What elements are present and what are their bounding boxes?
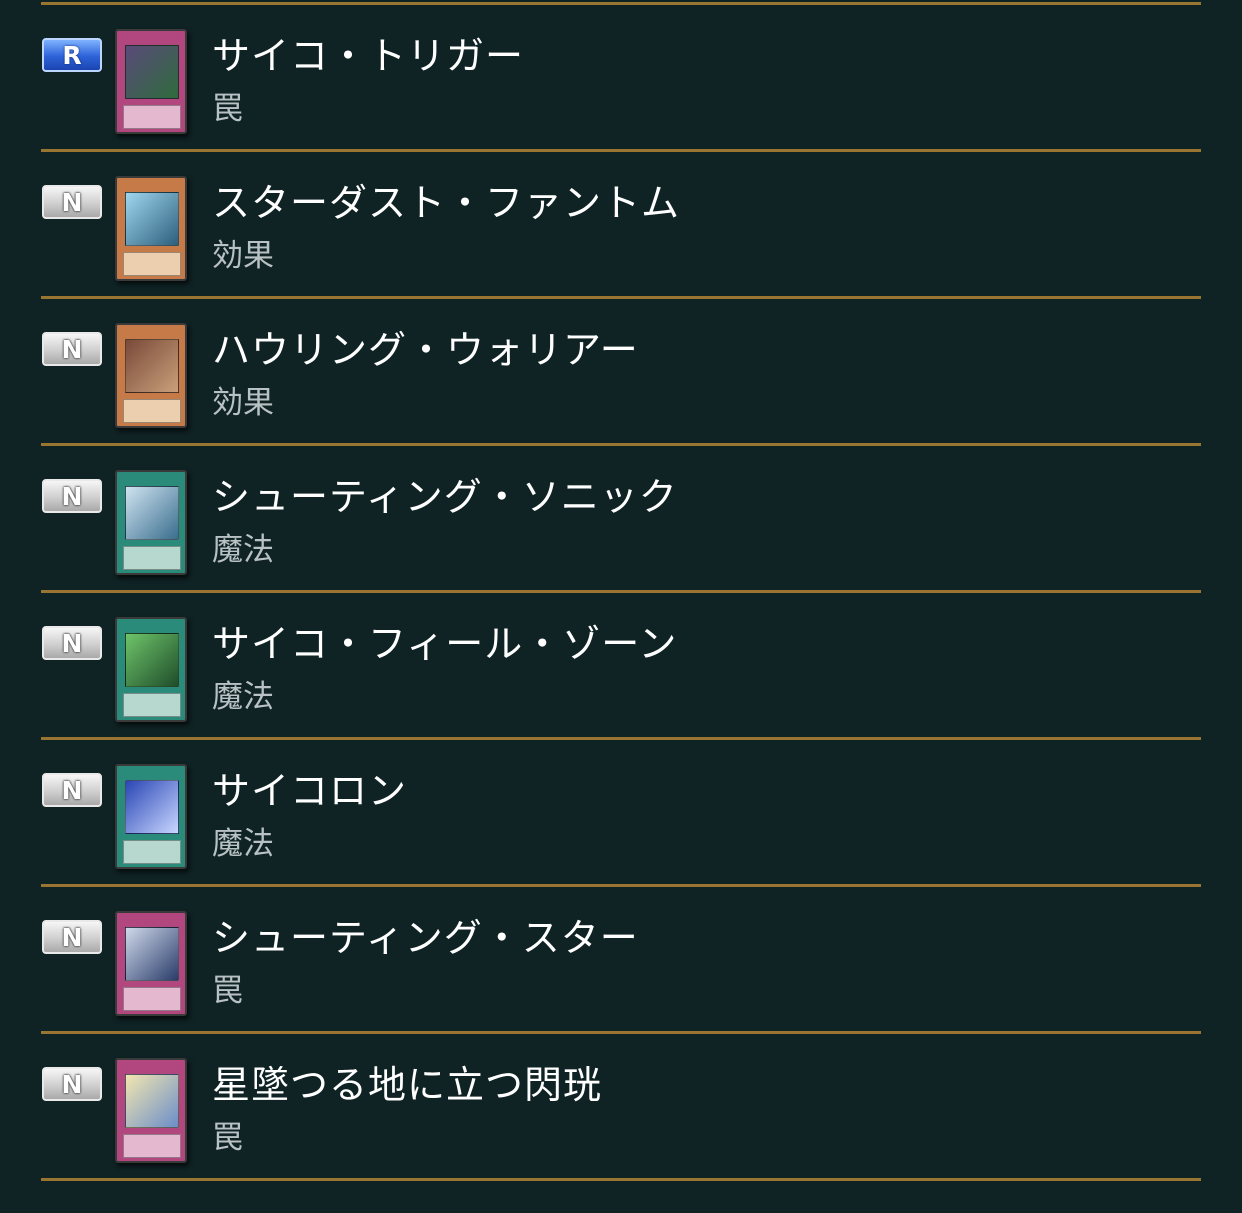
card-text-box xyxy=(123,546,181,570)
card-thumbnail[interactable] xyxy=(115,1058,187,1163)
card-row[interactable]: N 星墜つる地に立つ閃珖罠 xyxy=(0,1034,1242,1178)
card-name: シューティング・ソニック xyxy=(212,475,678,519)
card-thumbnail[interactable] xyxy=(115,617,187,722)
card-art xyxy=(125,780,179,834)
card-text-box xyxy=(123,1134,181,1158)
card-art xyxy=(125,192,179,246)
card-thumbnail[interactable] xyxy=(115,323,187,428)
card-text-box xyxy=(123,840,181,864)
card-art xyxy=(125,927,179,981)
card-row[interactable]: N シューティング・スター罠 xyxy=(0,887,1242,1031)
rarity-badge: N xyxy=(42,920,102,954)
card-type: 魔法 xyxy=(212,826,274,862)
card-list: R サイコ・トリガー罠 N スターダスト・ファントム 効果 N ハウリング・ウォリアー 効果 N… xyxy=(0,0,1242,1213)
card-art xyxy=(125,339,179,393)
card-name: ハウリング・ウォリアー xyxy=(212,328,639,372)
row-separator xyxy=(41,1178,1201,1181)
card-text-box xyxy=(123,252,181,276)
card-thumbnail[interactable] xyxy=(115,764,187,869)
card-art xyxy=(125,45,179,99)
rarity-badge: N xyxy=(42,185,102,219)
card-row[interactable]: N ハウリング・ウォリアー効果 xyxy=(0,299,1242,443)
card-type: 罠 xyxy=(212,973,243,1009)
card-thumbnail[interactable] xyxy=(115,176,187,281)
card-text-box xyxy=(123,693,181,717)
rarity-badge: N xyxy=(42,479,102,513)
card-text-box xyxy=(123,399,181,423)
card-thumbnail[interactable] xyxy=(115,470,187,575)
rarity-badge: N xyxy=(42,1067,102,1101)
card-name: サイコロン xyxy=(212,769,408,813)
rarity-badge: N xyxy=(42,626,102,660)
card-thumbnail[interactable] xyxy=(115,29,187,134)
card-type: 罠 xyxy=(212,1120,243,1156)
card-name: スターダスト・ファントム xyxy=(212,181,681,225)
card-thumbnail[interactable] xyxy=(115,911,187,1016)
card-row[interactable]: N スターダスト・ファントム効果 xyxy=(0,152,1242,296)
card-row[interactable]: N サイコロン魔法 xyxy=(0,740,1242,884)
card-type: 魔法 xyxy=(212,532,274,568)
card-art xyxy=(125,486,179,540)
card-type: 罠 xyxy=(212,91,243,127)
card-row[interactable]: R サイコ・トリガー罠 xyxy=(0,5,1242,149)
card-row[interactable]: N サイコ・フィール・ゾーン魔法 xyxy=(0,593,1242,737)
card-text-box xyxy=(123,105,181,129)
card-text-box xyxy=(123,987,181,1011)
card-art xyxy=(125,633,179,687)
card-name: サイコ・フィール・ゾーン xyxy=(212,622,678,666)
card-name: 星墜つる地に立つ閃珖 xyxy=(212,1063,603,1107)
card-name: シューティング・スター xyxy=(212,916,639,960)
rarity-badge: N xyxy=(42,773,102,807)
card-row[interactable]: N シューティング・ソニック魔法 xyxy=(0,446,1242,590)
rarity-badge: N xyxy=(42,332,102,366)
card-type: 効果 xyxy=(212,385,274,421)
card-type: 魔法 xyxy=(212,679,274,715)
rarity-badge: R xyxy=(42,38,102,72)
card-type: 効果 xyxy=(212,238,274,274)
card-art xyxy=(125,1074,179,1128)
card-name: サイコ・トリガー xyxy=(212,34,525,78)
